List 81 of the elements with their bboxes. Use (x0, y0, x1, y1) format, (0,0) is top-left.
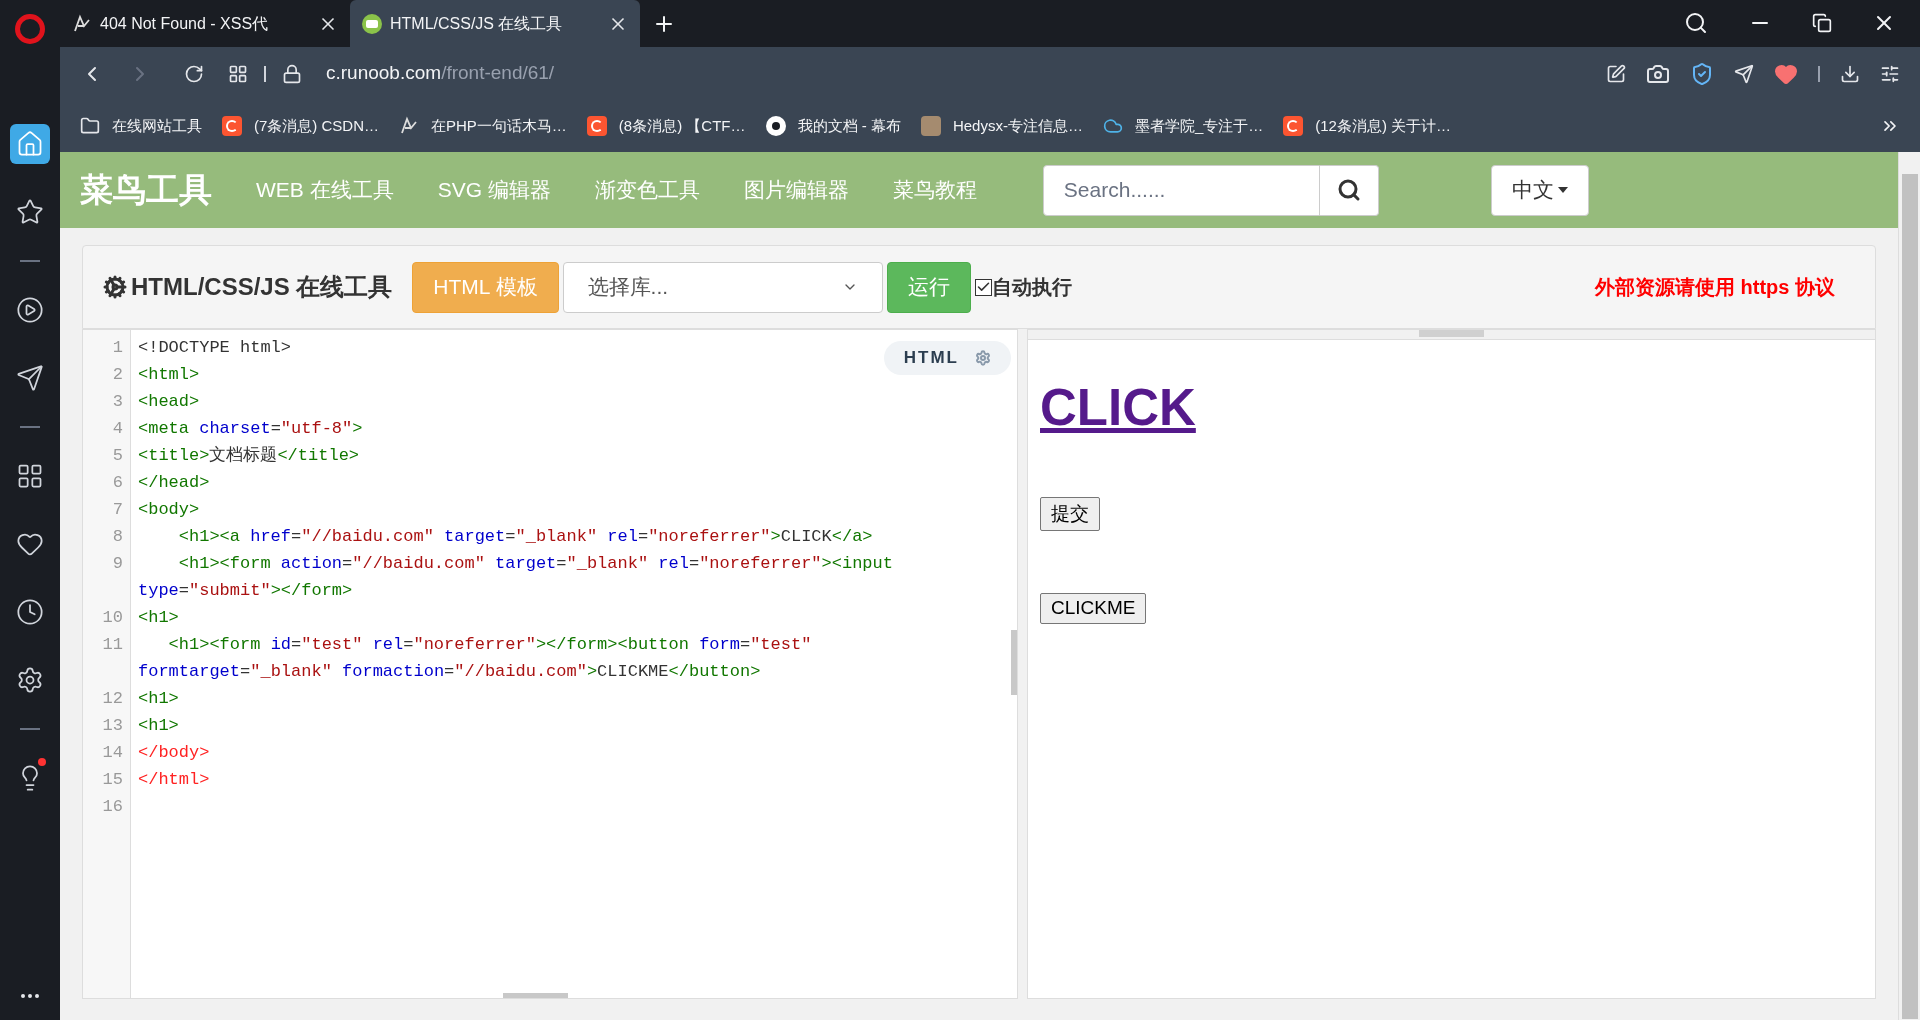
bookmark[interactable]: (8条消息) 【CTF… (586, 114, 746, 138)
avatar-icon (920, 116, 941, 136)
bookmark[interactable]: 墨者学院_专注于… (1102, 114, 1264, 138)
code-line: </body> (138, 742, 210, 764)
tab-title: 404 Not Found - XSS代 (100, 13, 270, 34)
home-icon[interactable] (10, 124, 50, 164)
restore-icon[interactable] (1812, 13, 1832, 33)
download-icon[interactable] (1840, 63, 1860, 84)
code-line: <h1><form id="test" rel="noreferrer"></form><button form="test" (167, 634, 812, 656)
c-logo-icon (1283, 116, 1304, 136)
code-line: formtarget="_blank" formaction="//baidu.com">CLICKME</button> (138, 661, 762, 683)
lock-icon (282, 63, 302, 84)
code-logo-icon (362, 13, 382, 34)
mode-badge: HTML (883, 341, 1011, 375)
line-number: 11 (101, 634, 124, 656)
line-number: 2 (111, 364, 124, 386)
line-number: 6 (111, 472, 124, 494)
bookmark[interactable]: 我的文档 - 幕布 (765, 114, 901, 138)
scrollbar-thumb[interactable] (503, 993, 568, 998)
line-number: 10 (101, 607, 124, 629)
code-line: type="submit"></form> (138, 580, 354, 602)
scrollbar-thumb[interactable] (1011, 630, 1017, 695)
c-logo-icon (586, 116, 607, 136)
notice-text: 外部资源请使用 https 协议 (1595, 275, 1835, 300)
line-number: 9 (111, 553, 124, 575)
folder-icon (80, 116, 100, 136)
send-icon[interactable] (1734, 63, 1754, 84)
code-line: <h1> (138, 607, 179, 629)
search-field[interactable]: Search...... (1042, 164, 1320, 216)
opera-logo-icon[interactable] (15, 14, 45, 44)
grid-icon[interactable] (228, 63, 248, 84)
tab-title: HTML/CSS/JS 在线工具 (390, 13, 564, 34)
code-line: <h1><form action="//baidu.com" target="_blank" rel="noreferrer"><input (177, 553, 893, 575)
code-line: <h1><a href="//baidu.com" target="_blank" rel="noreferrer">CLICK</a> (177, 526, 873, 548)
code-line: <title>文档标题</title> (138, 445, 360, 467)
bookmark[interactable]: (7条消息) CSDN… (222, 114, 379, 138)
shield-icon[interactable] (1690, 61, 1714, 86)
browser-tab[interactable]: HTML/CSS/JS 在线工具 (350, 0, 640, 47)
settings-icon[interactable] (1880, 63, 1900, 84)
code-line: <meta charset="utf-8"> (138, 418, 363, 440)
line-number: 15 (101, 769, 124, 791)
reload-icon[interactable] (184, 63, 204, 84)
cloud-icon (1102, 116, 1123, 136)
search-icon[interactable] (1684, 11, 1708, 35)
tool-title: HTML/CSS/JS 在线工具 (131, 272, 393, 302)
line-number: 5 (111, 445, 124, 467)
line-number: 14 (101, 742, 124, 764)
bookmark[interactable]: (12条消息) 关于计… (1283, 114, 1452, 138)
auto-run-label: 自动执行 (991, 275, 1072, 300)
bookmark[interactable]: 在PHP一句话木马… (399, 114, 567, 138)
code-line: <html> (138, 364, 200, 386)
line-number: 13 (101, 715, 124, 737)
edit-icon[interactable] (1606, 63, 1626, 84)
code-line: </html> (138, 769, 210, 791)
resize-handle[interactable] (1419, 330, 1484, 337)
line-number: 16 (101, 796, 124, 818)
line-number: 12 (101, 688, 124, 710)
dots-logo-icon (765, 116, 786, 136)
code-line: <h1> (138, 688, 179, 710)
page-scrollbar-thumb[interactable] (1901, 174, 1918, 1019)
auto-run-checkbox[interactable] (974, 278, 992, 296)
clickme-button[interactable]: CLICKME (1040, 593, 1147, 625)
line-number: 1 (111, 337, 124, 359)
code-line: <h1> (138, 715, 179, 737)
line-number: 7 (111, 499, 124, 521)
code-line: <head> (138, 391, 200, 413)
click-link[interactable]: CLICK (1040, 377, 1196, 439)
bookmark[interactable]: 在线网站工具 (80, 114, 202, 138)
language-dropdown[interactable]: 中文 (1490, 164, 1589, 216)
bookmark[interactable]: Hedysx-专注信息… (920, 114, 1083, 138)
line-number: 3 (111, 391, 124, 413)
code-line: </head> (138, 472, 210, 494)
code-line: <!DOCTYPE html> (138, 337, 292, 359)
library-select[interactable]: 选择库... (562, 261, 883, 313)
submit-button[interactable]: 提交 (1040, 497, 1100, 532)
line-number: 4 (111, 418, 124, 440)
search-icon (1336, 178, 1361, 202)
search-button[interactable] (1319, 164, 1379, 216)
c-logo-icon (222, 116, 242, 136)
line-number: 8 (111, 526, 124, 548)
code-line: <body> (138, 499, 200, 521)
